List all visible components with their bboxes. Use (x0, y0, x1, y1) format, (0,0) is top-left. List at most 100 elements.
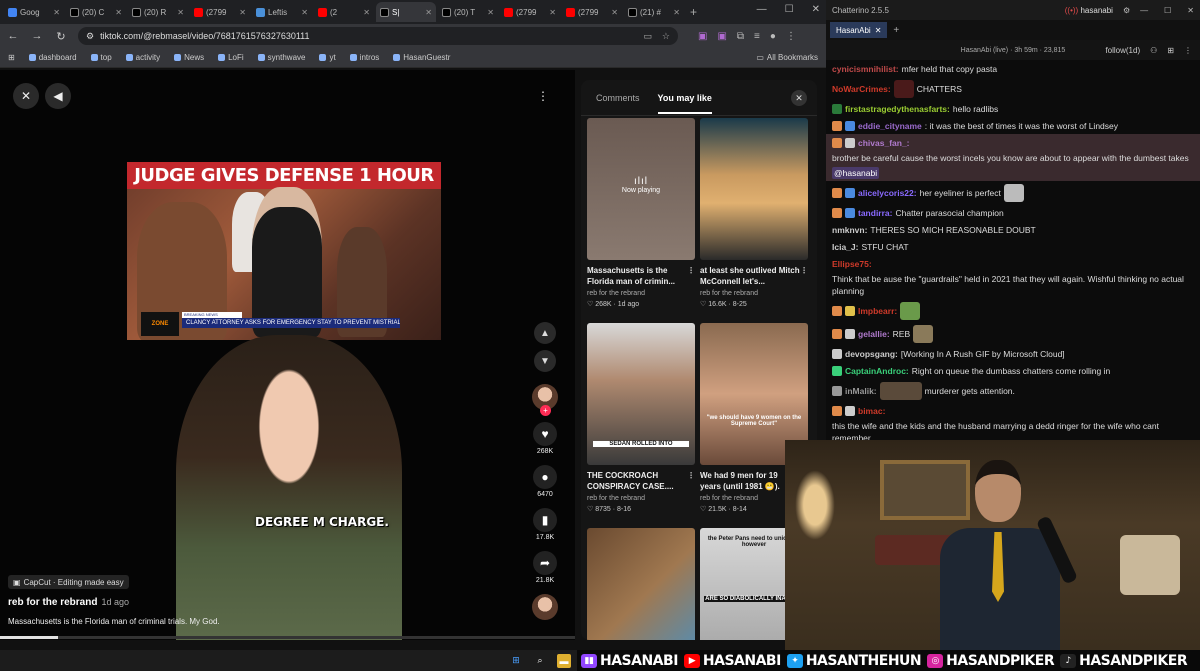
card-title[interactable]: Massachusetts is the Florida man of crim… (587, 265, 695, 287)
follow-button[interactable]: follow(1d) (1105, 46, 1140, 55)
close-tab-icon[interactable]: ✕ (425, 8, 432, 17)
close-tab-icon[interactable]: ✕ (301, 8, 308, 17)
chat-username[interactable]: Icia_J: (832, 241, 858, 253)
chat-username[interactable]: Impbearr: (858, 305, 897, 317)
apps-icon[interactable]: ⊞ (8, 53, 15, 62)
browser-tab[interactable]: Leftis ✕ (252, 2, 312, 22)
card-author[interactable]: reb for the rebrand (587, 495, 695, 502)
share-icon[interactable]: ➦ (533, 551, 557, 575)
user-badge-icon[interactable] (832, 103, 842, 114)
chat-emote-icon[interactable] (893, 79, 914, 98)
media-icon[interactable]: ≡ (754, 31, 760, 42)
minimize-icon[interactable]: — (757, 4, 767, 15)
card-thumbnail[interactable]: SEDAN ROLLED INTO (587, 323, 695, 465)
user-badge-icon[interactable] (832, 365, 842, 376)
close-tab-icon[interactable]: ✕ (487, 8, 494, 17)
close-window-icon[interactable]: ✕ (812, 4, 820, 15)
browser-tab[interactable]: (2799 ✕ (500, 2, 560, 22)
user-badge-icon[interactable] (832, 187, 842, 198)
user-badge-icon[interactable] (832, 207, 842, 218)
more-options-icon[interactable]: ⋮ (687, 265, 695, 276)
close-icon[interactable]: ✕ (13, 83, 39, 109)
settings-gear-icon[interactable]: ⚙ (1123, 6, 1130, 15)
chevron-up-icon[interactable]: ▲ (534, 322, 556, 344)
extension-icon[interactable]: ▣ (698, 31, 707, 42)
maximize-icon[interactable]: ☐ (1164, 6, 1171, 15)
add-tab-icon[interactable]: + (893, 25, 899, 36)
chat-username[interactable]: cynicismnihilist: (832, 63, 899, 75)
new-tab-icon[interactable]: + (690, 5, 697, 19)
chat-mention[interactable]: @hasanabi (832, 166, 880, 179)
bookmark-item[interactable]: News (174, 53, 204, 62)
extension-icon[interactable]: ▣ (717, 31, 726, 42)
comment-icon[interactable]: ● (533, 465, 557, 489)
recommendation-card[interactable]: SEDAN ROLLED INTO THE COCKROACH CONSPIRAC… (587, 323, 695, 513)
close-tab-icon[interactable]: ✕ (363, 8, 370, 17)
video-player[interactable]: ✕ ◀ ⋮ JUDGE GIVES DEFENSE 1 HOUR BREAKIN… (0, 70, 575, 640)
user-badge-icon[interactable] (832, 385, 842, 396)
user-badge-icon[interactable] (832, 137, 842, 148)
chat-username[interactable]: inMalik: (845, 385, 877, 397)
chat-username[interactable]: tandirra: (858, 207, 892, 219)
browser-tab[interactable]: S| ✕ (376, 2, 436, 22)
close-window-icon[interactable]: ✕ (1187, 6, 1194, 15)
chat-username[interactable]: firstastragedythenasfarts: (845, 103, 950, 115)
back-arrow-icon[interactable]: ← (6, 30, 20, 42)
chat-username[interactable]: Ellipse75: (832, 258, 872, 270)
user-badge-icon[interactable] (845, 405, 855, 416)
puzzle-icon[interactable]: ⧉ (737, 31, 744, 42)
heart-icon[interactable]: ♥ (533, 422, 557, 446)
chat-emote-icon[interactable] (1003, 183, 1024, 202)
close-tab-icon[interactable]: ✕ (549, 8, 556, 17)
close-tab-icon[interactable]: ✕ (611, 8, 618, 17)
close-tab-icon[interactable]: ✕ (177, 8, 184, 17)
bookmark-item[interactable]: top (90, 53, 112, 62)
chat-emote-icon[interactable] (879, 381, 922, 400)
bookmark-item[interactable]: yt (319, 53, 336, 62)
more-options-icon[interactable]: ⋮ (530, 83, 556, 109)
close-tab-icon[interactable]: ✕ (673, 8, 680, 17)
search-icon[interactable]: ⌕ (533, 654, 547, 668)
bookmark-item[interactable]: intros (349, 53, 379, 62)
close-tab-icon[interactable]: ✕ (53, 8, 60, 17)
close-tab-icon[interactable]: ✕ (239, 8, 246, 17)
profile-icon[interactable]: ● (770, 31, 776, 42)
file-explorer-icon[interactable]: ▬ (557, 653, 571, 668)
close-tab-icon[interactable]: ✕ (115, 8, 122, 17)
user-badge-icon[interactable] (845, 187, 855, 198)
chat-username[interactable]: eddie_cityname (858, 120, 922, 132)
chat-username[interactable]: gelallie: (858, 328, 890, 340)
more-options-icon[interactable]: ⋮ (800, 265, 808, 276)
card-title[interactable]: at least she outlived Mitch McConnell le… (700, 265, 808, 287)
screen-cast-icon[interactable]: ▭ (643, 31, 652, 42)
card-thumbnail[interactable] (587, 528, 695, 640)
user-badge-icon[interactable] (832, 305, 842, 316)
bookmark-item[interactable]: activity (125, 53, 160, 62)
bookmark-item[interactable]: LoFi (218, 53, 244, 62)
browser-tab[interactable]: (2799 ✕ (562, 2, 622, 22)
bookmark-item[interactable]: synthwave (257, 53, 305, 62)
card-author[interactable]: reb for the rebrand (700, 290, 808, 297)
progress-bar[interactable] (0, 636, 575, 639)
tab-comments[interactable]: Comments (596, 93, 640, 103)
chat-username[interactable]: chivas_fan_: (858, 137, 910, 149)
browser-tab[interactable]: (20) R ✕ (128, 2, 188, 22)
card-title[interactable]: THE COCKROACH CONSPIRACY CASE.... ⋮ (587, 470, 695, 492)
address-bar[interactable]: ⚙ tiktok.com/@rebmasel/video/76817615763… (78, 27, 678, 45)
author-name[interactable]: reb for the rebrand (8, 597, 97, 608)
user-badge-icon[interactable] (845, 305, 855, 316)
user-badge-icon[interactable] (845, 120, 855, 131)
user-badge-icon[interactable] (832, 405, 842, 416)
bookmark-icon[interactable]: ▮ (533, 508, 557, 532)
card-thumbnail[interactable]: ılıl Now playing (587, 118, 695, 260)
close-tab-icon[interactable]: ✕ (875, 26, 882, 35)
browser-tab[interactable]: (20) T ✕ (438, 2, 498, 22)
sound-avatar[interactable] (532, 594, 558, 620)
tab-you-may-like[interactable]: You may like (657, 93, 713, 114)
chat-username[interactable]: CaptainAndroc: (845, 365, 909, 377)
bookmark-item[interactable]: dashboard (28, 53, 77, 62)
chat-tab-hasanabi[interactable]: HasanAbi ✕ (830, 22, 888, 38)
split-icon[interactable]: ⊞ (1167, 46, 1174, 55)
user-badge-icon[interactable] (845, 328, 855, 339)
recommendation-card[interactable]: ılıl Now playing Massachusetts is the Flor… (587, 118, 695, 308)
